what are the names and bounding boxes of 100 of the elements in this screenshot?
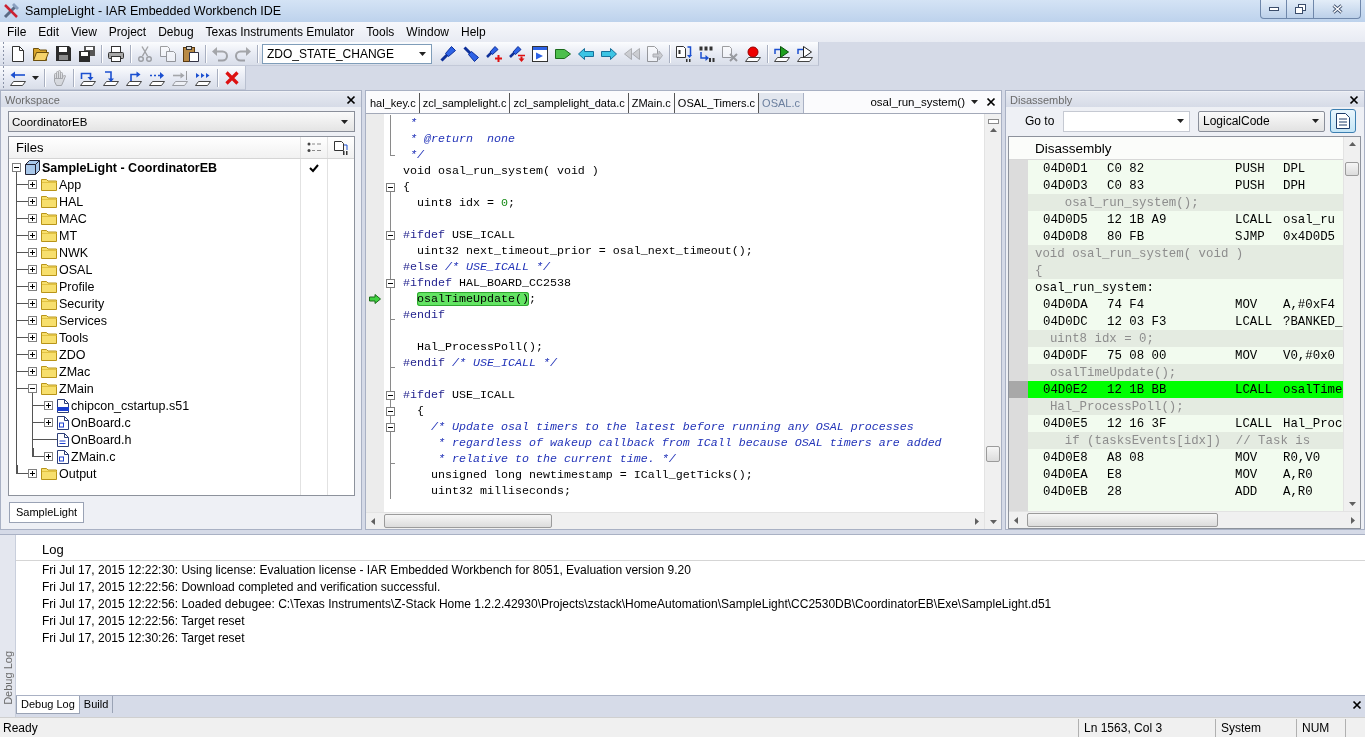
tree-item[interactable]: Profile bbox=[59, 279, 95, 294]
collapse-icon[interactable] bbox=[386, 230, 395, 240]
dotted-list-icon[interactable] bbox=[307, 142, 321, 153]
menu-item[interactable]: Edit bbox=[32, 23, 66, 41]
menu-item[interactable]: Texas Instruments Emulator bbox=[199, 23, 361, 41]
flashlight-plus-icon[interactable] bbox=[485, 45, 502, 62]
menu-item[interactable]: Help bbox=[455, 23, 492, 41]
collapse-icon[interactable] bbox=[386, 278, 395, 288]
expand-icon[interactable] bbox=[44, 418, 53, 427]
play-triangle-icon[interactable] bbox=[773, 45, 790, 62]
menu-item[interactable]: Window bbox=[400, 23, 455, 41]
close-icon[interactable] bbox=[1350, 95, 1358, 104]
expand-icon[interactable] bbox=[28, 350, 37, 359]
tree-item[interactable]: ZMain.c bbox=[71, 449, 116, 464]
floppy-disks-icon[interactable] bbox=[78, 45, 95, 62]
tree-item[interactable]: Security bbox=[59, 296, 105, 311]
expand-icon[interactable] bbox=[28, 180, 37, 189]
expand-icon[interactable] bbox=[28, 248, 37, 257]
flashlight-arrow-icon[interactable] bbox=[508, 45, 525, 62]
printer-icon[interactable] bbox=[107, 45, 124, 62]
arrow-into-plane-icon[interactable] bbox=[102, 69, 119, 86]
tag-icon[interactable] bbox=[554, 48, 571, 59]
vertical-scrollbar[interactable] bbox=[984, 114, 1001, 529]
editor-tab[interactable]: ZMain.c bbox=[628, 93, 675, 113]
close-icon[interactable] bbox=[1353, 701, 1361, 709]
splitter-handle[interactable] bbox=[987, 119, 999, 124]
panel-tab[interactable]: Build bbox=[79, 696, 114, 713]
editor-tab[interactable]: zcl_samplelight_data.c bbox=[510, 93, 629, 113]
collapse-icon[interactable] bbox=[28, 384, 37, 393]
dotted-arrow-plane-icon[interactable] bbox=[148, 69, 165, 86]
scrollbar-thumb[interactable] bbox=[1027, 513, 1218, 527]
collapse-icon[interactable] bbox=[12, 163, 21, 172]
horizontal-scrollbar[interactable] bbox=[1009, 511, 1360, 528]
tree-item[interactable]: Tools bbox=[59, 330, 89, 345]
tree-item[interactable]: App bbox=[59, 177, 82, 192]
dot-on-plane-icon[interactable] bbox=[744, 45, 761, 62]
arrow-left-icon[interactable] bbox=[577, 47, 594, 60]
collapse-icon[interactable] bbox=[386, 406, 395, 416]
expand-icon[interactable] bbox=[44, 452, 53, 461]
vertical-scrollbar[interactable] bbox=[1343, 137, 1360, 511]
play-outline-icon[interactable] bbox=[796, 45, 813, 62]
page-icon[interactable] bbox=[9, 45, 26, 62]
tree-item[interactable]: NWK bbox=[59, 245, 89, 260]
scroll-right-icon[interactable] bbox=[975, 517, 979, 525]
tree-item[interactable]: ZMain bbox=[59, 381, 94, 396]
expand-icon[interactable] bbox=[28, 299, 37, 308]
folder-icon[interactable] bbox=[32, 46, 49, 61]
scroll-up-icon[interactable] bbox=[1348, 142, 1356, 146]
scrollbar-thumb[interactable] bbox=[1345, 162, 1359, 176]
menu-item[interactable]: View bbox=[65, 23, 103, 41]
expand-icon[interactable] bbox=[28, 469, 37, 478]
arrow-right-icon[interactable] bbox=[600, 47, 617, 60]
scrollbar-thumb[interactable] bbox=[986, 446, 1000, 462]
editor-tab[interactable]: zcl_samplelight.c bbox=[419, 93, 511, 113]
expand-icon[interactable] bbox=[28, 282, 37, 291]
tree-item[interactable]: chipcon_cstartup.s51 bbox=[71, 398, 190, 413]
scroll-down-icon[interactable] bbox=[1348, 502, 1356, 506]
horizontal-scrollbar[interactable] bbox=[366, 512, 984, 529]
collapse-icon[interactable] bbox=[386, 390, 395, 400]
expand-icon[interactable] bbox=[28, 231, 37, 240]
page-bits-icon[interactable] bbox=[334, 140, 348, 155]
menu-item[interactable]: Debug bbox=[152, 23, 200, 41]
caret-icon[interactable] bbox=[31, 75, 39, 80]
bits-arrow-icon[interactable] bbox=[698, 45, 715, 62]
scroll-up-icon[interactable] bbox=[989, 128, 997, 132]
cross-icon[interactable] bbox=[223, 69, 240, 86]
expand-icon[interactable] bbox=[28, 265, 37, 274]
menu-item[interactable]: File bbox=[1, 23, 33, 41]
tree-item[interactable]: HAL bbox=[59, 194, 84, 209]
workspace-tab[interactable]: SampleLight bbox=[9, 502, 85, 523]
tree-item[interactable]: OnBoard.c bbox=[71, 415, 131, 430]
arrow-out-plane-icon[interactable] bbox=[125, 69, 142, 86]
clipboard-icon[interactable] bbox=[182, 45, 199, 62]
collapse-icon[interactable] bbox=[386, 422, 395, 432]
expand-icon[interactable] bbox=[44, 401, 53, 410]
flashlight-down-icon[interactable] bbox=[462, 45, 479, 62]
scroll-down-icon[interactable] bbox=[989, 520, 997, 524]
expand-icon[interactable] bbox=[28, 333, 37, 342]
page-bits-icon[interactable] bbox=[675, 45, 692, 62]
expand-icon[interactable] bbox=[28, 197, 37, 206]
tree-item[interactable]: SampleLight - CoordinatorEB bbox=[42, 160, 217, 175]
minimize-button[interactable] bbox=[1260, 0, 1287, 19]
panel-tab[interactable]: Debug Log bbox=[16, 696, 80, 714]
configuration-dropdown[interactable]: CoordinatorEB bbox=[8, 111, 355, 132]
tree-item[interactable]: MT bbox=[59, 228, 78, 243]
close-icon[interactable] bbox=[347, 95, 355, 104]
function-dropdown[interactable]: osal_run_system() bbox=[870, 96, 978, 108]
close-icon[interactable] bbox=[987, 98, 995, 106]
menu-item[interactable]: Project bbox=[102, 23, 153, 41]
tree-item[interactable]: OSAL bbox=[59, 262, 93, 277]
tree-item[interactable]: OnBoard.h bbox=[71, 432, 132, 447]
expand-icon[interactable] bbox=[28, 367, 37, 376]
tree-item[interactable]: ZDO bbox=[59, 347, 86, 362]
collapse-icon[interactable] bbox=[386, 182, 395, 192]
editor-tab[interactable]: hal_key.c bbox=[367, 93, 420, 113]
tree-item[interactable]: ZMac bbox=[59, 364, 91, 379]
scroll-left-icon[interactable] bbox=[371, 517, 375, 525]
view-mode-dropdown[interactable]: LogicalCode bbox=[1198, 110, 1325, 132]
scroll-left-icon[interactable] bbox=[1014, 516, 1018, 524]
scrollbar-thumb[interactable] bbox=[384, 514, 552, 528]
